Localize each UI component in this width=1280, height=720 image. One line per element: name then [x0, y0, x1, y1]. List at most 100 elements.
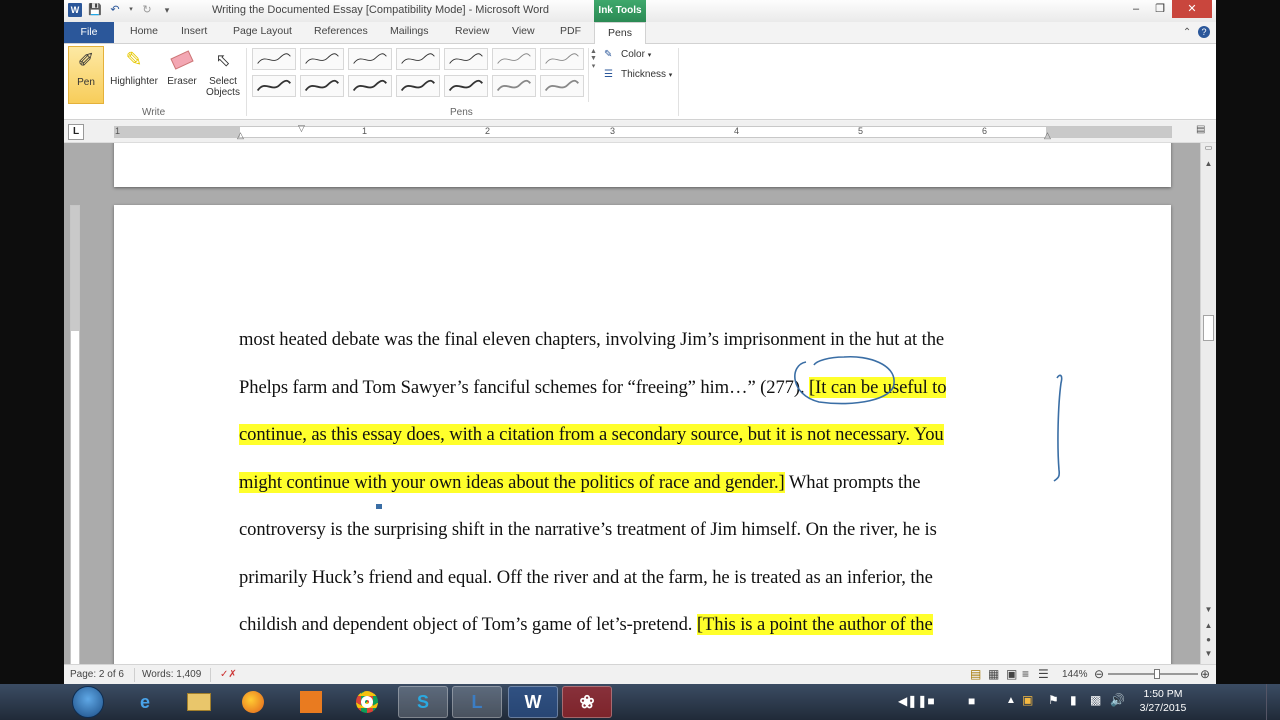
color-dropdown[interactable]: ✎ Color ▾: [604, 49, 651, 60]
skype-icon[interactable]: S: [398, 686, 448, 718]
proofing-icon[interactable]: ✓✗: [220, 669, 237, 680]
tray-apps-icon[interactable]: ■: [968, 694, 975, 708]
page-previous[interactable]: [114, 143, 1171, 187]
scrollbar-thumb[interactable]: [1203, 315, 1214, 341]
zoom-slider-thumb[interactable]: [1154, 669, 1160, 679]
first-line-indent-marker[interactable]: ▽: [298, 123, 305, 134]
action-center-icon[interactable]: ⚑: [1048, 693, 1059, 707]
scroll-down-icon[interactable]: ▼: [1203, 605, 1214, 614]
tab-selector-button[interactable]: L: [68, 124, 84, 140]
document-line[interactable]: childish and dependent object of Tom’s g…: [239, 614, 933, 636]
body-text[interactable]: primarily Huck’s friend and equal. Off t…: [239, 567, 933, 588]
pen-style-swatch[interactable]: [252, 48, 296, 70]
undo-icon[interactable]: ↶: [108, 3, 122, 17]
body-text[interactable]: Phelps farm and Tom Sawyer’s fanciful sc…: [239, 377, 809, 398]
pen-style-swatch[interactable]: [396, 48, 440, 70]
undo-dropdown-icon[interactable]: ▾: [128, 3, 134, 17]
horizontal-ruler[interactable]: 1 1 2 3 4 5 6 ▽ △ △: [114, 123, 1172, 141]
minimize-ribbon-icon[interactable]: ⌃: [1183, 27, 1191, 38]
network-icon[interactable]: ▩: [1090, 693, 1101, 707]
zoom-level[interactable]: 144%: [1062, 669, 1088, 680]
body-text[interactable]: most heated debate was the final eleven …: [239, 329, 944, 350]
pen-style-swatch[interactable]: [492, 48, 536, 70]
help-icon[interactable]: ?: [1198, 26, 1210, 38]
restore-icon[interactable]: ❐: [1148, 0, 1172, 18]
document-line[interactable]: controversy is the surprising shift in t…: [239, 519, 937, 541]
body-text[interactable]: What prompts the: [785, 472, 921, 493]
pen-style-swatch[interactable]: [492, 75, 536, 97]
scroll-up-icon[interactable]: ▲: [1203, 159, 1214, 168]
thickness-dropdown[interactable]: ☰ Thickness ▾: [604, 69, 672, 80]
tab-home[interactable]: Home: [130, 25, 158, 37]
tab-pdf[interactable]: PDF: [560, 25, 581, 37]
tab-page-layout[interactable]: Page Layout: [233, 25, 292, 37]
word-app-icon[interactable]: W: [68, 3, 82, 17]
pen-style-swatch[interactable]: [396, 75, 440, 97]
document-line[interactable]: continue, as this essay does, with a cit…: [239, 424, 944, 446]
body-text[interactable]: controversy is the surprising shift in t…: [239, 519, 937, 540]
highlighted-text[interactable]: [It can be useful to: [809, 377, 947, 398]
pen-style-swatch[interactable]: [348, 75, 392, 97]
pen-style-swatch[interactable]: [540, 75, 584, 97]
office-icon[interactable]: [286, 686, 336, 718]
draft-icon[interactable]: ☰: [1038, 667, 1049, 681]
page-count[interactable]: Page: 2 of 6: [70, 669, 124, 680]
tab-view[interactable]: View: [512, 25, 535, 37]
document-area[interactable]: most heated debate was the final eleven …: [64, 143, 1200, 664]
tab-review[interactable]: Review: [455, 25, 489, 37]
pen-button[interactable]: ✐ Pen: [68, 46, 104, 104]
pen-style-swatch[interactable]: [444, 48, 488, 70]
start-button[interactable]: [72, 686, 104, 718]
internet-explorer-icon[interactable]: e: [120, 686, 170, 718]
media-controls-icon[interactable]: ◀❚❚■: [898, 694, 935, 708]
power-icon[interactable]: ▮: [1070, 693, 1077, 707]
document-line[interactable]: primarily Huck’s friend and equal. Off t…: [239, 567, 933, 589]
document-line[interactable]: might continue with your own ideas about…: [239, 472, 921, 494]
word-count[interactable]: Words: 1,409: [142, 669, 201, 680]
word-taskbar-icon[interactable]: W: [508, 686, 558, 718]
vertical-ruler[interactable]: [70, 205, 80, 664]
document-line[interactable]: most heated debate was the final eleven …: [239, 329, 944, 351]
pen-style-swatch[interactable]: [348, 48, 392, 70]
tray-app-icon[interactable]: ▣: [1022, 693, 1033, 707]
acrobat-icon[interactable]: ❀: [562, 686, 612, 718]
tab-insert[interactable]: Insert: [181, 25, 207, 37]
show-desktop-button[interactable]: [1266, 684, 1280, 720]
full-screen-reading-icon[interactable]: ▦: [988, 667, 999, 681]
next-page-icon[interactable]: ▼: [1203, 649, 1214, 658]
scroll-split-icon[interactable]: ▭: [1203, 143, 1214, 152]
highlighted-text[interactable]: might continue with your own ideas about…: [239, 472, 785, 493]
highlighted-text[interactable]: continue, as this essay does, with a cit…: [239, 424, 944, 445]
chrome-icon[interactable]: [342, 686, 392, 718]
gallery-scroll[interactable]: ▲ ▼ ▾: [588, 48, 598, 102]
zoom-out-icon[interactable]: ⊖: [1094, 667, 1104, 681]
close-icon[interactable]: ✕: [1172, 0, 1212, 18]
show-hidden-icons[interactable]: ▲: [1006, 695, 1016, 706]
highlighted-text[interactable]: [This is a point the author of the: [696, 614, 933, 635]
right-indent-marker[interactable]: △: [1044, 130, 1051, 141]
web-layout-icon[interactable]: ▣: [1006, 667, 1017, 681]
print-layout-icon[interactable]: ▤: [970, 667, 981, 681]
file-explorer-icon[interactable]: [174, 686, 224, 718]
select-objects-button[interactable]: ⬁ Select Objects: [202, 46, 244, 98]
tab-mailings[interactable]: Mailings: [390, 25, 429, 37]
page-current[interactable]: most heated debate was the final eleven …: [114, 205, 1171, 664]
save-icon[interactable]: 💾: [88, 3, 102, 17]
left-indent-marker[interactable]: △: [237, 130, 244, 141]
tab-pens[interactable]: Pens: [594, 22, 646, 45]
customize-qat-icon[interactable]: ▾: [160, 3, 174, 17]
firefox-icon[interactable]: [228, 686, 278, 718]
clock[interactable]: 1:50 PM 3/27/2015: [1128, 687, 1198, 715]
lync-icon[interactable]: L: [452, 686, 502, 718]
pen-style-swatch[interactable]: [300, 75, 344, 97]
zoom-slider[interactable]: [1108, 673, 1198, 675]
pen-style-swatch[interactable]: [540, 48, 584, 70]
body-text[interactable]: childish and dependent object of Tom’s g…: [239, 614, 697, 635]
document-line[interactable]: Phelps farm and Tom Sawyer’s fanciful sc…: [239, 377, 947, 399]
previous-page-icon[interactable]: ▲: [1203, 621, 1214, 630]
eraser-button[interactable]: Eraser: [164, 46, 200, 87]
browse-object-icon[interactable]: ●: [1203, 635, 1214, 644]
outline-icon[interactable]: ≡: [1022, 667, 1029, 681]
pen-style-swatch[interactable]: [252, 75, 296, 97]
tab-references[interactable]: References: [314, 25, 368, 37]
